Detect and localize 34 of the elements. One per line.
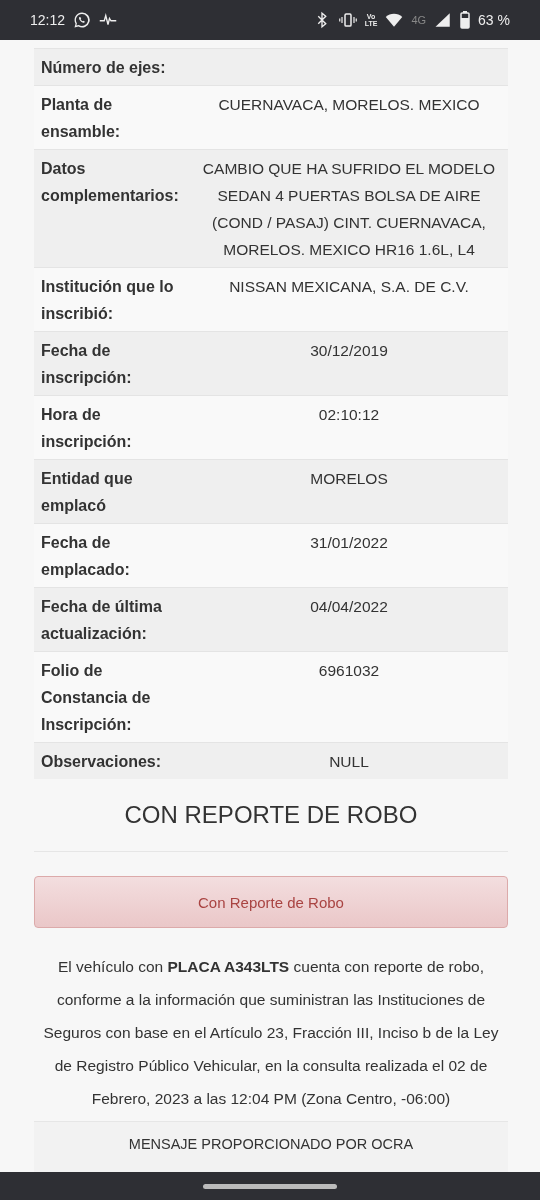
field-label: Fecha de inscripción: [34,331,190,396]
report-message: El vehículo con PLACA A343LTS cuenta con reporte de robo, conforme a la información que suministran las Instituciones de Seguros con base en el Artículo 23, Fracción III, Inciso b de la Ley de Registro Público Vehicular, en la consulta realizada el 02 de Febrero, 2023 a las 12:04 PM (Zona Centro, -06:00) [42,957,500,1109]
field-value: CUERNAVACA, MORELOS. MEXICO [190,85,508,150]
field-label: Número de ejes: [34,48,190,86]
vibrate-icon [338,11,357,29]
field-value: 31/01/2022 [190,523,508,588]
field-value: NISSAN MEXICANA, S.A. DE C.V. [190,267,508,332]
battery-icon [460,11,471,29]
field-label: Folio de Constancia de Inscripción: [34,651,190,743]
clock: 12:12 [30,12,66,28]
field-label: Entidad que emplacó [34,459,190,524]
field-value: 6961032 [190,651,508,743]
footer-message: MENSAJE PROPORCIONADO POR OCRA [34,1122,508,1172]
field-value: CAMBIO QUE HA SUFRIDO EL MODELO SEDAN 4 PUERTAS BOLSA DE AIRE (COND / PASAJ) CINT. CUERNAVACA, MORELOS. MEXICO HR16 1.6L, L4 [190,149,508,268]
status-heading: CON REPORTE DE ROBO [123,801,419,829]
field-value: MORELOS [190,459,508,524]
battery-percent: 63 % [478,12,510,28]
field-label: Fecha de emplacado: [34,523,190,588]
field-label: Observaciones: [34,742,190,779]
field-value: NULL [190,742,508,779]
field-label: Datos complementarios: [34,149,190,268]
chat-bubble-icon [73,11,92,29]
home-handle[interactable] [203,1183,337,1189]
field-label: Fecha de última actualización: [34,587,190,652]
field-label: Institución que lo inscribió: [34,267,190,332]
field-value: 04/04/2022 [190,587,508,652]
field-label: Hora de inscripción: [34,395,190,460]
wifi-icon [385,11,404,29]
network-type: 4G [411,14,427,26]
field-label: Planta de ensamble: [34,85,190,150]
signal-icon [434,11,453,29]
alert-banner: Con Reporte de Robo [34,876,508,928]
field-value: 30/12/2019 [190,331,508,396]
field-value: 02:10:12 [190,395,508,460]
